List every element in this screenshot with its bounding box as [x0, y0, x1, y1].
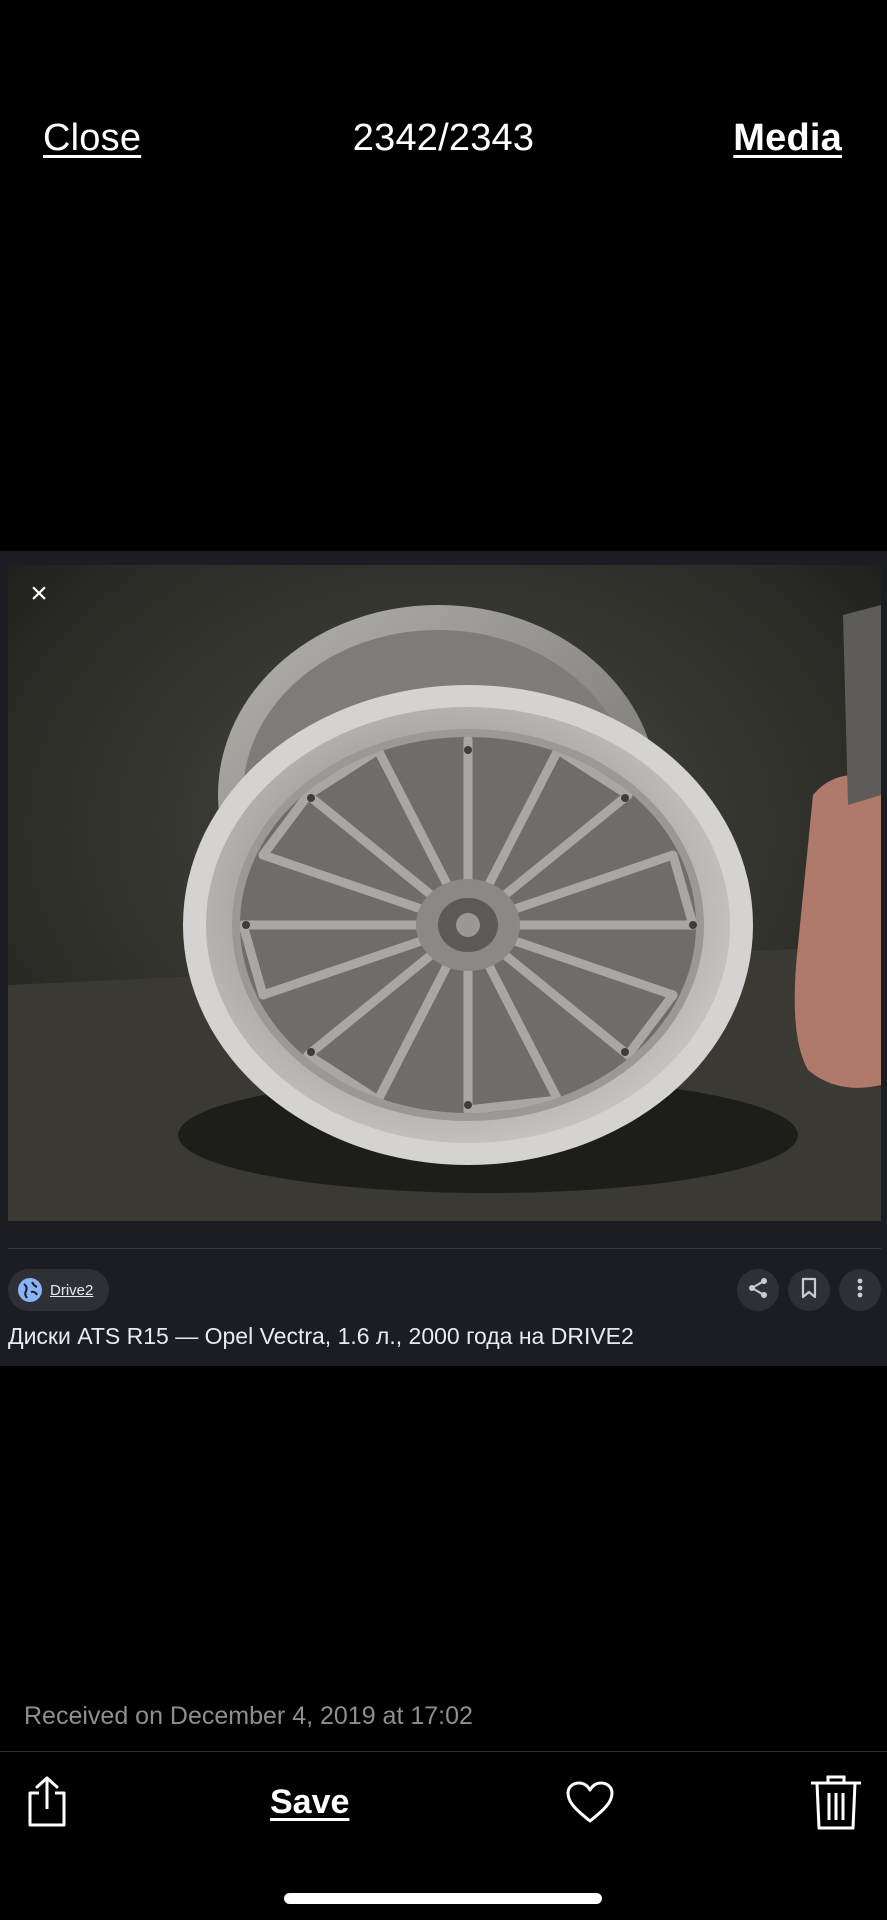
shared-screenshot-card[interactable]: × Drive2 Диски ATS R15 — Opel Vectra, 1.… [0, 551, 887, 1366]
share-button[interactable] [22, 1774, 72, 1834]
source-chip[interactable]: Drive2 [8, 1269, 110, 1311]
source-label: Drive2 [50, 1281, 94, 1299]
received-timestamp: Received on December 4, 2019 at 17:02 [24, 1702, 473, 1730]
share-icon [25, 1775, 69, 1834]
home-indicator[interactable] [284, 1893, 602, 1904]
favorite-button[interactable] [563, 1774, 617, 1834]
close-button[interactable]: Close [43, 116, 141, 160]
toolbar-divider [0, 1751, 887, 1752]
save-button[interactable]: Save [270, 1783, 349, 1822]
share-icon [747, 1277, 769, 1304]
more-vertical-icon [856, 1277, 864, 1304]
photo-close-button[interactable]: × [22, 577, 56, 611]
trash-icon [809, 1773, 863, 1836]
top-bar: 2342/2343 Close Media [0, 0, 887, 200]
delete-button[interactable] [806, 1774, 866, 1834]
result-title[interactable]: Диски ATS R15 — Opel Vectra, 1.6 л., 200… [8, 1323, 634, 1350]
card-share-button[interactable] [737, 1269, 779, 1311]
wheel-photo: × [8, 565, 881, 1221]
media-button[interactable]: Media [733, 116, 842, 160]
card-divider [8, 1248, 881, 1249]
heart-icon [565, 1780, 615, 1829]
card-more-button[interactable] [839, 1269, 881, 1311]
bookmark-icon [800, 1277, 818, 1304]
card-bookmark-button[interactable] [788, 1269, 830, 1311]
globe-icon [18, 1278, 42, 1302]
